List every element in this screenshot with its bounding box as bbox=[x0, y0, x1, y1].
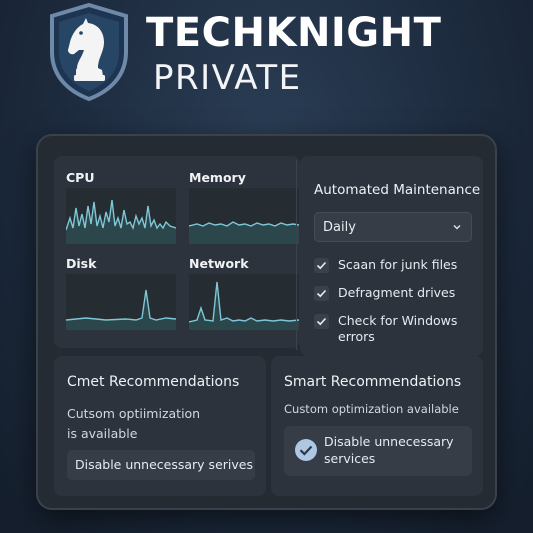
checkbox-icon[interactable] bbox=[314, 286, 329, 301]
main-panel: CPU Memory Disk Network Automated Mainte… bbox=[36, 134, 497, 510]
schedule-select[interactable]: Daily bbox=[314, 212, 472, 242]
disk-graph bbox=[66, 274, 176, 330]
check-windows-errors-label: Check for Windows errors bbox=[338, 313, 458, 344]
panel-divider bbox=[296, 160, 297, 350]
network-graph bbox=[189, 274, 299, 330]
automated-maintenance-card: Automated Maintenance Daily Scaan for ju… bbox=[300, 156, 483, 356]
brand-subtitle: PRIVATE bbox=[153, 58, 302, 98]
memory-graph bbox=[189, 188, 299, 244]
disable-services-button-left[interactable]: Disable unnecessary serives bbox=[67, 450, 255, 480]
memory-monitor: Memory bbox=[189, 170, 301, 258]
cpu-monitor: CPU bbox=[66, 170, 178, 258]
check-junk-files-label: Scaan for junk files bbox=[338, 257, 458, 272]
check-junk-files[interactable]: Scaan for junk files bbox=[314, 256, 474, 276]
cpu-graph bbox=[66, 188, 176, 244]
cpu-label: CPU bbox=[66, 170, 95, 185]
rec-right-subtitle: Custom optimization available bbox=[284, 402, 459, 416]
brand-title: TECHKNIGHT bbox=[146, 10, 442, 56]
disk-monitor: Disk bbox=[66, 256, 178, 344]
brand-header: TECHKNIGHT PRIVATE bbox=[0, 0, 533, 110]
check-defragment[interactable]: Defragment drives bbox=[314, 284, 474, 304]
check-circle-icon bbox=[295, 439, 317, 461]
system-monitors-card: CPU Memory Disk Network bbox=[54, 156, 300, 348]
smart-recommendations-card: Smart Recommendations Custom optimizatio… bbox=[271, 356, 483, 496]
disk-label: Disk bbox=[66, 256, 97, 271]
knight-shield-icon bbox=[50, 2, 128, 102]
checkbox-icon[interactable] bbox=[314, 314, 329, 329]
check-windows-errors[interactable]: Check for Windows errors bbox=[314, 312, 474, 348]
memory-label: Memory bbox=[189, 170, 246, 185]
checkbox-icon[interactable] bbox=[314, 258, 329, 273]
maintenance-title: Automated Maintenance bbox=[314, 182, 481, 198]
chevron-down-icon bbox=[453, 224, 461, 230]
disable-services-label: Disable unnecessary services bbox=[324, 434, 454, 466]
disable-services-button[interactable]: Disable unnecessary services bbox=[284, 426, 472, 476]
schedule-value: Daily bbox=[323, 220, 356, 235]
rec-left-subtitle: Cutsom optiimization is available bbox=[67, 406, 201, 441]
disable-services-label-left: Disable unnecessary serives bbox=[75, 457, 253, 472]
network-monitor: Network bbox=[189, 256, 301, 344]
rec-right-title: Smart Recommendations bbox=[284, 374, 462, 390]
check-defragment-label: Defragment drives bbox=[338, 285, 456, 300]
rec-left-title: Cmet Recommendations bbox=[67, 374, 240, 390]
recommendations-card-left: Cmet Recommendations Cutsom optiimizatio… bbox=[54, 356, 266, 496]
network-label: Network bbox=[189, 256, 249, 271]
